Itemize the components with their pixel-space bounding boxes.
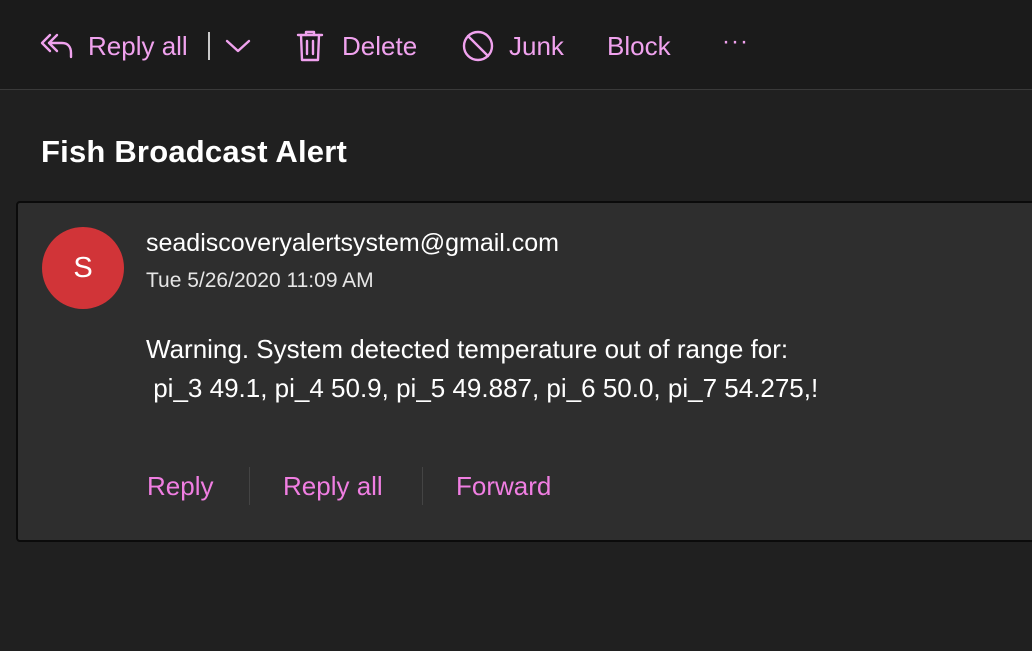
more-icon: ··· — [722, 28, 749, 55]
action-divider — [249, 467, 250, 505]
forward-button[interactable]: Forward — [456, 471, 551, 502]
message-subject: Fish Broadcast Alert — [41, 134, 348, 169]
command-toolbar: Reply all Delete Junk Block ··· — [0, 0, 1032, 90]
action-divider — [422, 467, 423, 505]
block-circle-icon — [461, 29, 495, 63]
trash-icon — [296, 29, 324, 63]
reply-all-label: Reply all — [88, 30, 188, 61]
message-card: S seadiscoveryalertsystem@gmail.com Tue … — [16, 201, 1032, 542]
junk-label: Junk — [509, 30, 564, 61]
block-label: Block — [607, 30, 671, 61]
message-date: Tue 5/26/2020 11:09 AM — [146, 269, 374, 292]
sender-address[interactable]: seadiscoveryalertsystem@gmail.com — [146, 229, 559, 258]
junk-button[interactable]: Junk — [461, 26, 564, 66]
avatar[interactable]: S — [42, 227, 124, 309]
reply-all-button[interactable]: Reply all — [40, 26, 188, 66]
chevron-down-icon — [224, 36, 252, 56]
reply-all-link-button[interactable]: Reply all — [283, 471, 383, 502]
block-button[interactable]: Block — [607, 26, 671, 66]
message-body-line: Warning. System detected temperature out… — [146, 334, 789, 364]
message-body-line: pi_3 49.1, pi_4 50.9, pi_5 49.887, pi_6 … — [146, 373, 819, 403]
toolbar-divider — [208, 32, 210, 60]
delete-button[interactable]: Delete — [296, 26, 417, 66]
reply-button[interactable]: Reply — [147, 471, 213, 502]
reply-options-dropdown[interactable] — [224, 26, 252, 66]
delete-label: Delete — [342, 30, 418, 61]
reply-all-icon — [40, 31, 74, 61]
avatar-initial: S — [73, 251, 93, 284]
more-options-button[interactable]: ··· — [722, 22, 749, 62]
